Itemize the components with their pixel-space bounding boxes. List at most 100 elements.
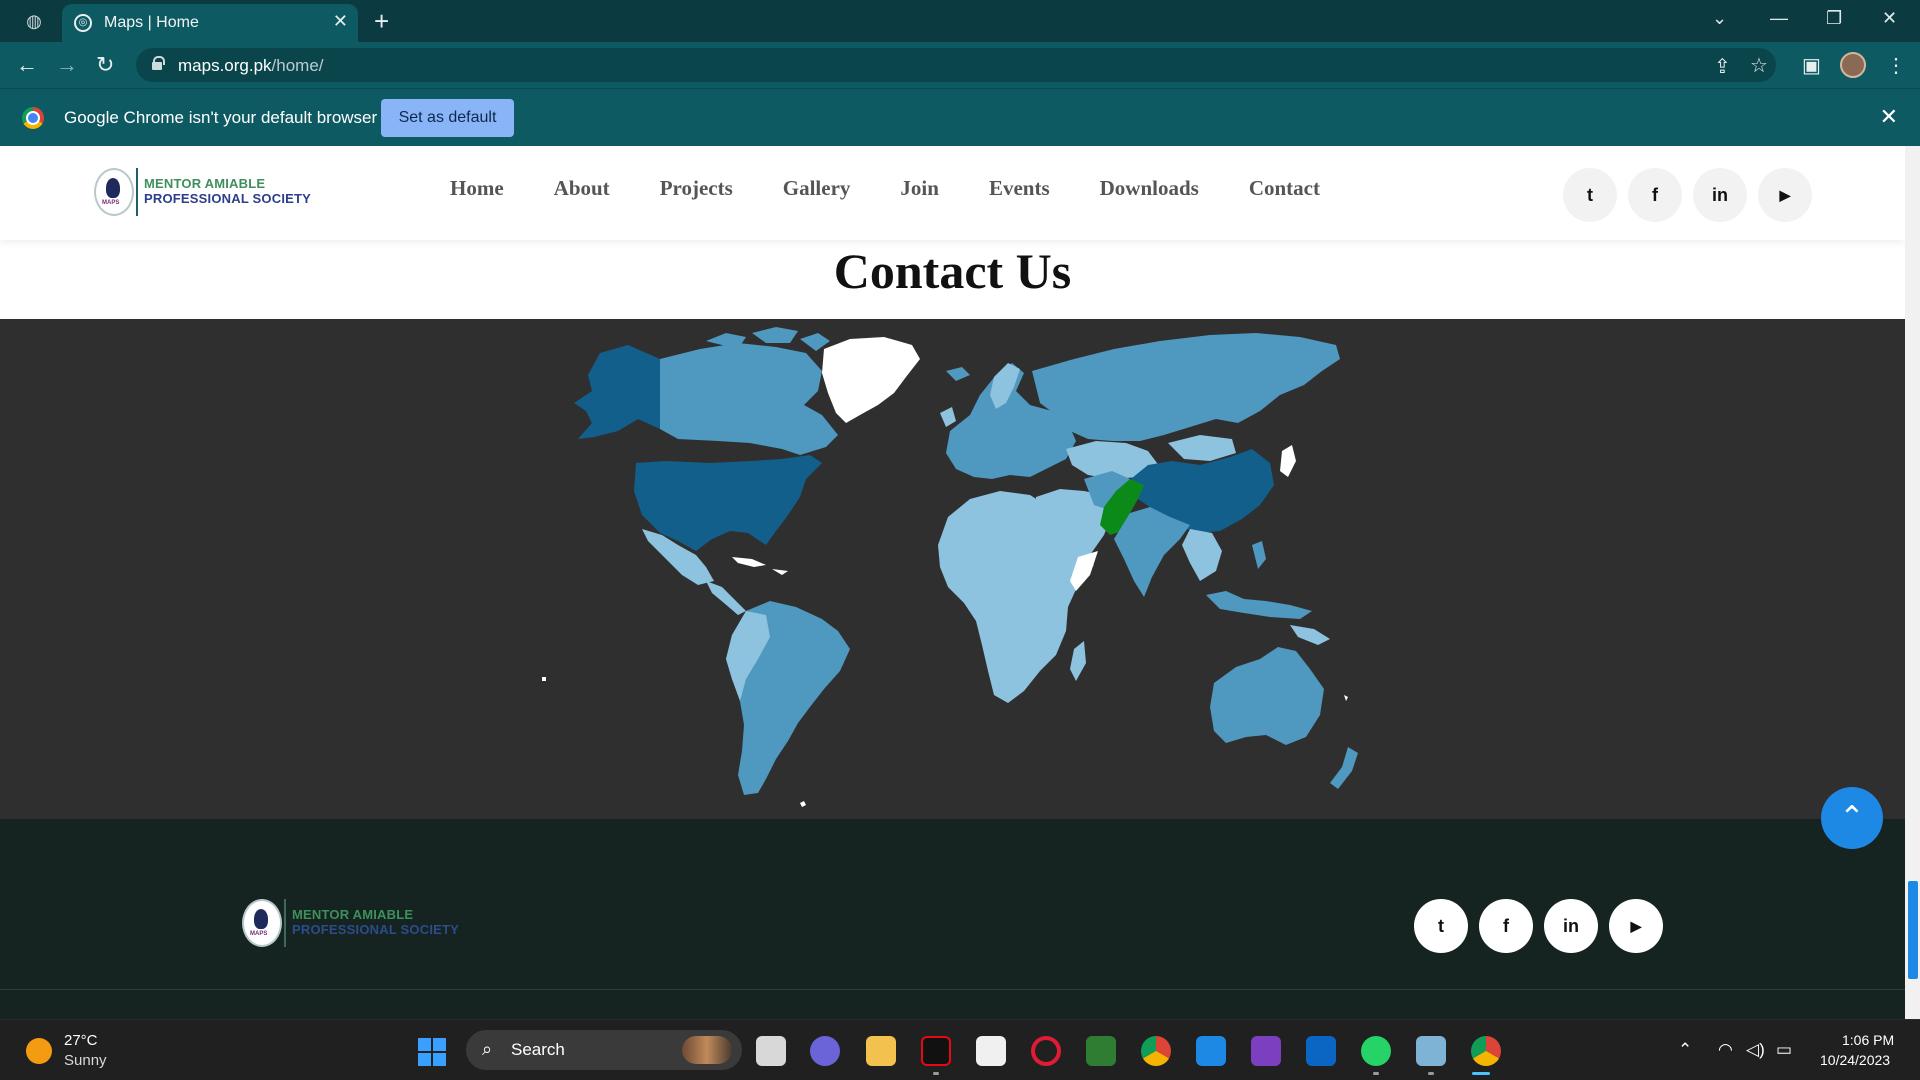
tray-overflow-chevron-icon[interactable]: ⌃ [1678, 1040, 1692, 1060]
lock-icon[interactable] [152, 56, 165, 70]
page-scrollbar[interactable] [1905, 146, 1920, 1019]
chrome-menu-icon[interactable]: ⋮ [1886, 53, 1906, 78]
snipping-tool-icon[interactable] [1086, 1036, 1116, 1066]
main-navigation: Home About Projects Gallery Join Events … [450, 176, 1370, 201]
weather-sun-icon[interactable] [26, 1038, 52, 1064]
task-view-icon[interactable] [756, 1036, 786, 1066]
window-close-button[interactable]: ✕ [1882, 8, 1897, 29]
nav-gallery[interactable]: Gallery [783, 176, 851, 201]
map-region-india[interactable] [1114, 507, 1190, 597]
footer-facebook-icon[interactable]: f [1479, 899, 1533, 953]
weather-condition[interactable]: Sunny [64, 1052, 107, 1069]
site-footer: MENTOR AMIABLE PROFESSIONAL SOCIETY t f … [0, 819, 1920, 1019]
map-region-caribbean [732, 557, 788, 575]
vscode-icon[interactable] [1196, 1036, 1226, 1066]
back-to-top-button[interactable]: ⌃ [1821, 787, 1883, 849]
taskbar-search[interactable]: ⌕ Search [466, 1030, 742, 1070]
footer-divider [0, 989, 1920, 990]
search-highlight-image [682, 1036, 732, 1064]
footer-logo-line-1: MENTOR AMIABLE [292, 907, 414, 922]
browser-tab-strip: ◍ ◎ Maps | Home ✕ + ⌄ — ❐ ✕ [0, 0, 1920, 42]
chrome-icon[interactable] [1141, 1036, 1171, 1066]
back-button[interactable]: ← [16, 52, 38, 78]
nav-contact[interactable]: Contact [1249, 176, 1320, 201]
visual-studio-icon[interactable] [1251, 1036, 1281, 1066]
nav-downloads[interactable]: Downloads [1100, 176, 1199, 201]
browser-tab-active[interactable]: ◎ Maps | Home ✕ [62, 4, 358, 42]
map-region-alaska[interactable] [574, 345, 660, 439]
page-viewport: MENTOR AMIABLE PROFESSIONAL SOCIETY Home… [0, 146, 1920, 1019]
nav-projects[interactable]: Projects [660, 176, 733, 201]
battery-icon[interactable]: ▭ [1776, 1040, 1792, 1060]
taskbar-date[interactable]: 10/24/2023 [1820, 1052, 1890, 1068]
section-title: Contact Us [833, 243, 1072, 299]
default-browser-infobar: Google Chrome isn't your default browser… [0, 88, 1920, 146]
map-region-canada[interactable] [660, 343, 838, 455]
map-region-philippines [1252, 541, 1266, 569]
weather-temperature[interactable]: 27°C [64, 1032, 98, 1049]
map-region-australia[interactable] [1210, 647, 1324, 745]
linkedin-icon[interactable]: in [1693, 168, 1747, 222]
logo-divider [136, 168, 138, 216]
scrollbar-thumb[interactable] [1908, 881, 1918, 979]
footer-twitter-icon[interactable]: t [1414, 899, 1468, 953]
window-restore-button[interactable]: ❐ [1826, 8, 1842, 29]
nav-home[interactable]: Home [450, 176, 504, 201]
footer-logo[interactable]: MENTOR AMIABLE PROFESSIONAL SOCIETY [242, 897, 482, 947]
map-region-greenland[interactable] [822, 337, 920, 423]
search-label: Search [511, 1040, 565, 1059]
map-region-madagascar [1070, 641, 1086, 681]
microsoft-store-icon[interactable] [976, 1036, 1006, 1066]
chrome-profile-icon[interactable] [1471, 1036, 1501, 1066]
windows-taskbar: 27°C Sunny ⌕ Search ⌃ ◠ ◁) ▭ 1:06 PM 10/… [0, 1019, 1920, 1080]
taskbar-time[interactable]: 1:06 PM [1842, 1032, 1894, 1048]
youtube-icon[interactable]: ▶ [1758, 168, 1812, 222]
volume-icon[interactable]: ◁) [1746, 1040, 1765, 1060]
nav-events[interactable]: Events [989, 176, 1050, 201]
new-tab-button[interactable]: + [374, 6, 389, 37]
nav-join[interactable]: Join [900, 176, 939, 201]
opera-icon[interactable] [1031, 1036, 1061, 1066]
teams-chat-icon[interactable] [810, 1036, 840, 1066]
footer-linkedin-icon[interactable]: in [1544, 899, 1598, 953]
reload-button[interactable]: ↻ [96, 52, 114, 78]
netflix-icon[interactable] [921, 1036, 951, 1066]
network-app-icon[interactable] [1416, 1036, 1446, 1066]
profile-avatar[interactable] [1840, 52, 1866, 78]
chrome-active-indicator [1472, 1072, 1490, 1075]
whatsapp-icon[interactable] [1361, 1036, 1391, 1066]
map-region-papua-new-guinea [1290, 625, 1330, 645]
address-bar[interactable]: maps.org.pk/home/ ⇪ ☆ [136, 48, 1776, 82]
chrome-logo-icon [22, 107, 44, 129]
tab-search-chevron-icon[interactable]: ⌄ [1712, 8, 1727, 29]
map-region-uk [940, 407, 956, 427]
url-text[interactable]: maps.org.pk/home/ [178, 56, 324, 76]
map-region-russia[interactable] [1032, 333, 1340, 441]
share-icon[interactable]: ⇪ [1714, 54, 1731, 79]
infobar-close-icon[interactable]: ✕ [1880, 104, 1898, 130]
windows-start-icon[interactable] [418, 1038, 446, 1066]
infobar-message: Google Chrome isn't your default browser [64, 108, 378, 127]
site-logo[interactable]: MENTOR AMIABLE PROFESSIONAL SOCIETY [94, 166, 314, 218]
tab-close-icon[interactable]: ✕ [333, 11, 348, 32]
footer-logo-divider [284, 899, 286, 947]
nav-about[interactable]: About [554, 176, 610, 201]
window-minimize-button[interactable]: — [1770, 8, 1788, 29]
footer-logo-line-2: PROFESSIONAL SOCIETY [292, 922, 460, 937]
file-explorer-icon[interactable] [866, 1036, 896, 1066]
network-app-running-indicator [1428, 1072, 1434, 1075]
search-icon: ⌕ [482, 1039, 493, 1059]
wifi-icon[interactable]: ◠ [1718, 1040, 1733, 1060]
footer-youtube-icon[interactable]: ▶ [1609, 899, 1663, 953]
browser-profile-icon[interactable]: ◍ [22, 9, 46, 33]
netflix-running-indicator [933, 1072, 939, 1075]
facebook-icon[interactable]: f [1628, 168, 1682, 222]
side-panel-icon[interactable]: ▣ [1802, 53, 1821, 78]
forward-button[interactable]: → [56, 52, 78, 78]
bookmark-star-icon[interactable]: ☆ [1750, 53, 1768, 78]
map-region-mongolia [1168, 435, 1236, 461]
set-as-default-button[interactable]: Set as default [381, 99, 514, 137]
twitter-icon[interactable]: t [1563, 168, 1617, 222]
linkedin-app-icon[interactable] [1306, 1036, 1336, 1066]
logo-line-1: MENTOR AMIABLE [144, 176, 266, 191]
